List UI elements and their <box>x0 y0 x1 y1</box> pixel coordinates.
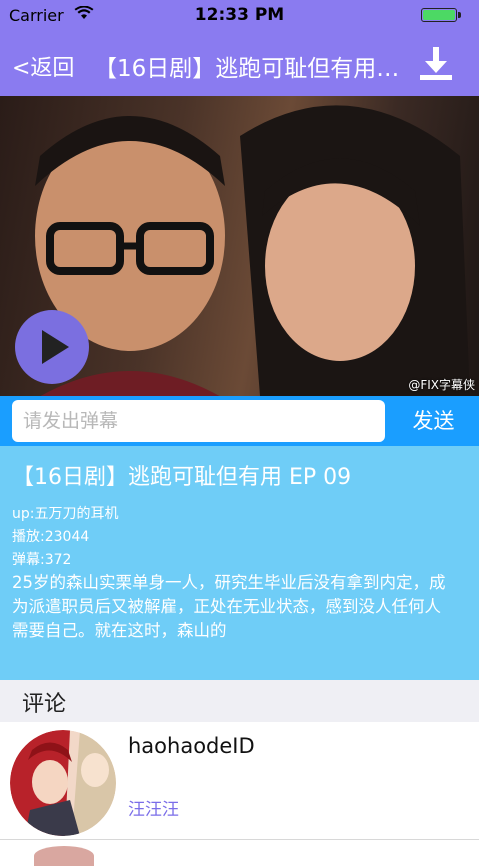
danmaku-bar: 发送 <box>0 396 479 446</box>
danmaku-count: 弹幕:372 <box>12 552 72 568</box>
battery-tip <box>458 12 461 18</box>
status-bar: Carrier 12:33 PM <box>0 0 479 32</box>
battery-icon <box>421 8 457 22</box>
download-icon[interactable] <box>416 44 456 84</box>
avatar <box>34 846 94 866</box>
video-info: 【16日剧】逃跑可耻但有用 EP 09 up:五万刀的耳机 播放:23044 弹… <box>0 446 479 680</box>
play-count: 播放:23044 <box>12 529 90 545</box>
video-player[interactable]: @FIX字幕侠 <box>0 96 479 396</box>
comments-title: 评论 <box>22 692 67 717</box>
nav-title: 【16日剧】逃跑可耻但有用 EP 09 <box>94 56 404 82</box>
status-time: 12:33 PM <box>194 5 285 25</box>
video-description: 25岁的森山实栗单身一人，研究生毕业后没有拿到内定，成为派遣职员后又被解雇，正处… <box>12 573 446 640</box>
danmaku-input[interactable] <box>12 400 385 442</box>
back-button[interactable]: <返回 <box>12 50 74 82</box>
send-button[interactable]: 发送 <box>388 396 479 446</box>
comment-divider <box>0 839 479 840</box>
comment-username: haohaodeID <box>128 734 255 758</box>
comment-text: 汪汪汪 <box>128 800 179 820</box>
video-watermark: @FIX字幕侠 <box>408 378 475 392</box>
avatar <box>10 730 116 836</box>
video-frame-woman <box>240 105 470 396</box>
comment-item[interactable]: haohaodeID 汪汪汪 <box>0 722 479 840</box>
video-title: 【16日剧】逃跑可耻但有用 EP 09 <box>12 465 352 490</box>
nav-bar: <返回 【16日剧】逃跑可耻但有用 EP 09 <box>0 32 479 96</box>
comments-header: 评论 <box>0 680 479 722</box>
play-icon[interactable] <box>15 310 89 384</box>
uploader-label: up:五万刀的耳机 <box>12 506 119 522</box>
